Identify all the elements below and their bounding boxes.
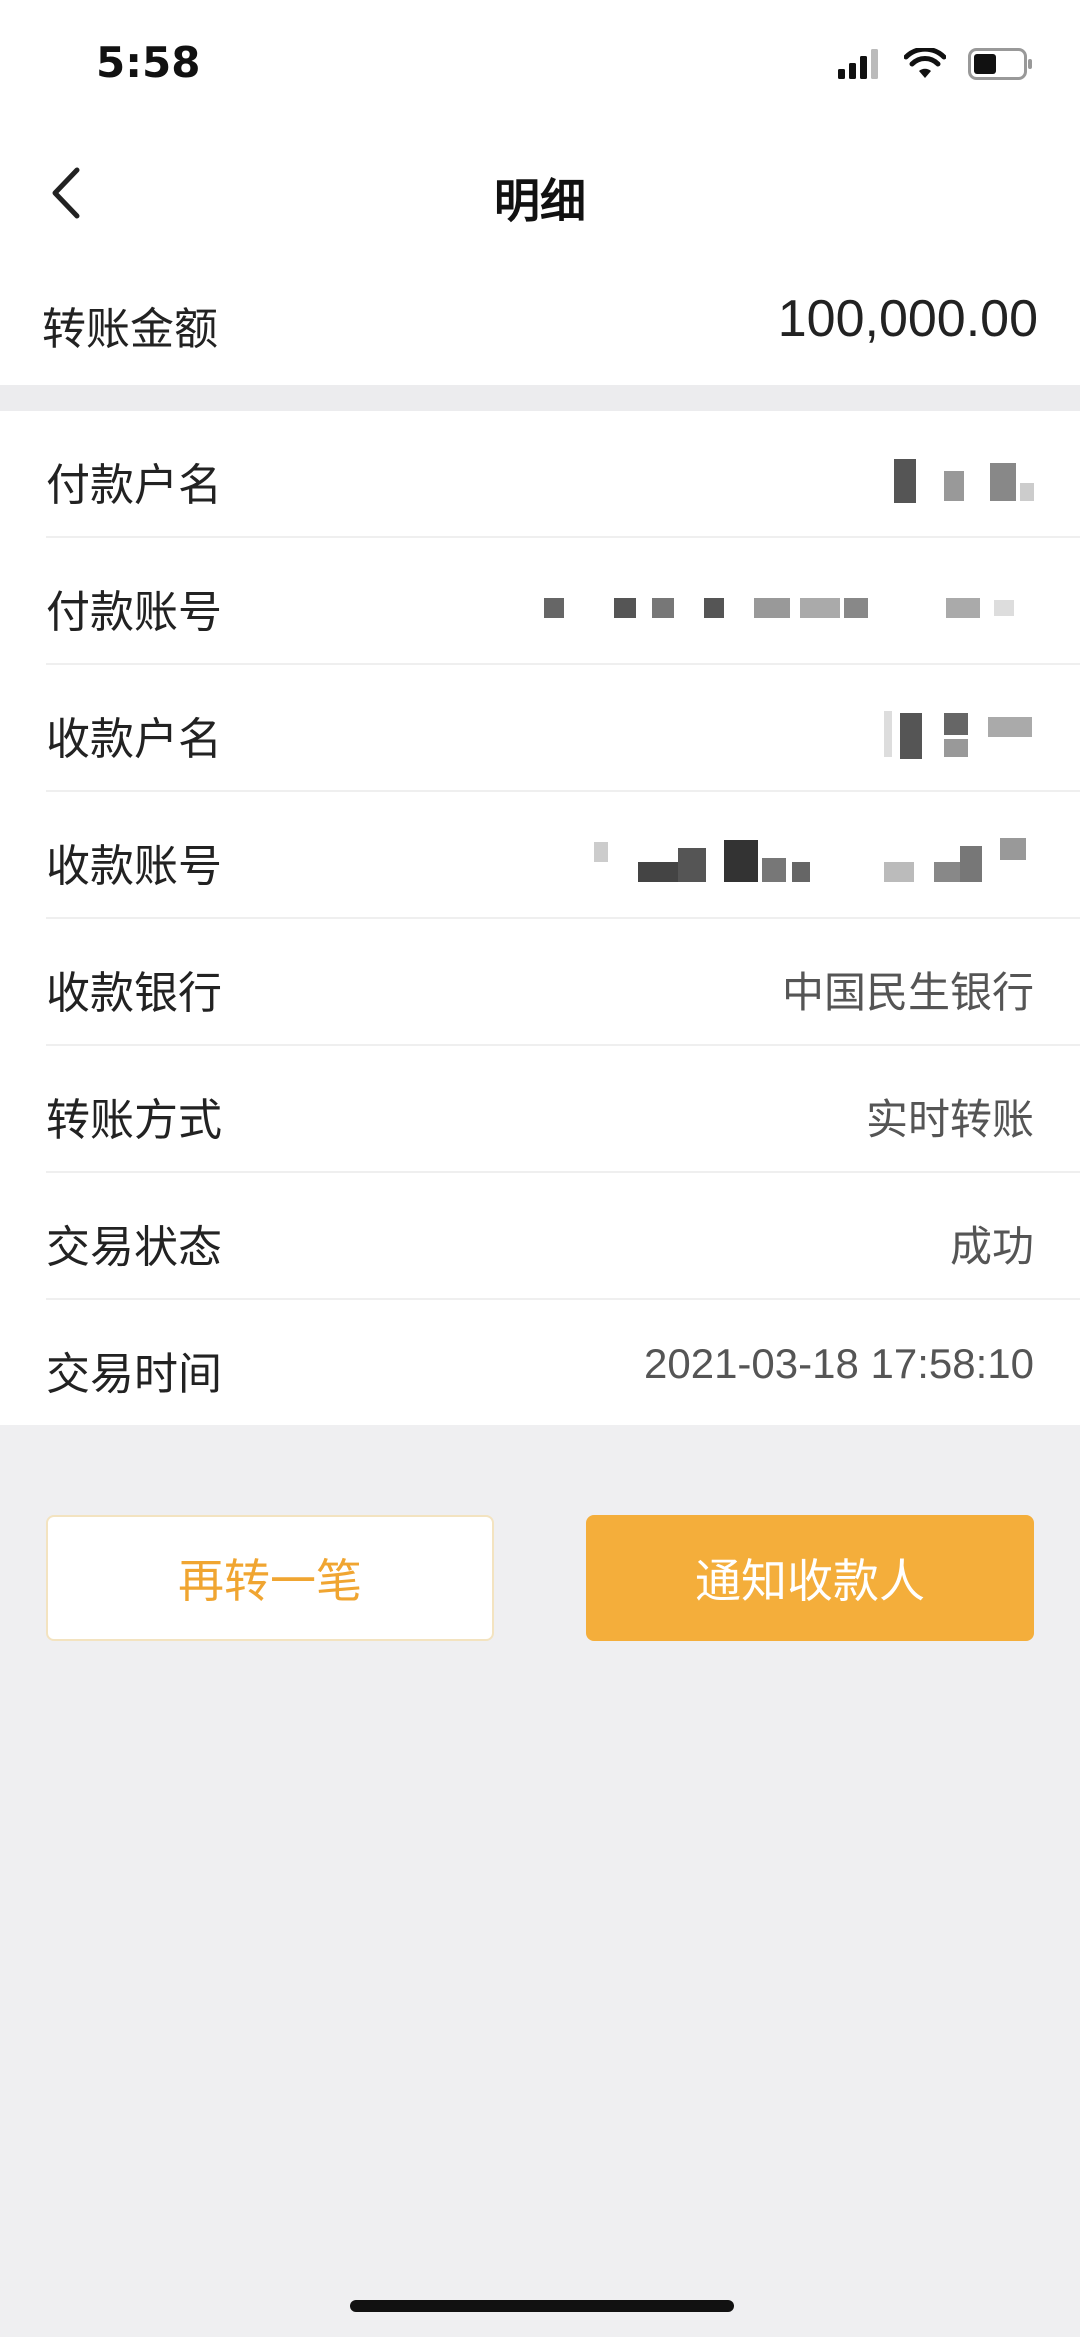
detail-row-payee-bank: 收款银行 中国民生银行: [0, 919, 1080, 1046]
masked-value: [544, 584, 1034, 628]
status-time: 5:58: [96, 38, 201, 87]
wifi-icon: [903, 46, 947, 84]
row-value: 实时转账: [865, 1096, 1034, 1143]
notify-payee-button[interactable]: 通知收款人: [586, 1515, 1034, 1641]
row-value: 成功: [949, 1223, 1034, 1270]
detail-row-payee-account: 收款账号: [0, 792, 1080, 919]
row-label: 收款银行: [46, 968, 222, 1019]
detail-row-transaction-status: 交易状态 成功: [0, 1173, 1080, 1300]
detail-row-transfer-method: 转账方式 实时转账: [0, 1046, 1080, 1173]
row-label: 转账方式: [46, 1095, 222, 1146]
detail-list: 付款户名 付款账号 收款户名 收款账号 收款银行 中国民生银行 转账方式 实时转…: [0, 411, 1080, 1425]
status-icons: [838, 46, 1034, 84]
masked-value: [594, 838, 1034, 882]
detail-row-transaction-time: 交易时间 2021-03-18 17:58:10: [0, 1300, 1080, 1427]
amount-row: 转账金额 100,000.00: [0, 255, 1080, 385]
row-label: 付款账号: [46, 587, 222, 638]
row-value: 中国民生银行: [781, 969, 1034, 1016]
signal-icon: [838, 49, 882, 83]
home-indicator[interactable]: [350, 2300, 734, 2312]
detail-row-payer-name: 付款户名: [0, 411, 1080, 538]
masked-value: [894, 457, 1034, 503]
amount-label: 转账金额: [42, 304, 218, 355]
row-label: 付款户名: [46, 460, 222, 511]
row-value: 2021-03-18 17:58:10: [644, 1340, 1034, 1387]
section-divider: [0, 385, 1080, 411]
masked-value: [884, 711, 1034, 759]
transfer-again-button[interactable]: 再转一笔: [46, 1515, 494, 1641]
row-label: 交易时间: [46, 1349, 222, 1400]
amount-value: 100,000.00: [777, 290, 1038, 348]
status-bar: 5:58: [0, 0, 1080, 135]
battery-icon: [968, 48, 1034, 84]
row-label: 交易状态: [46, 1222, 222, 1273]
row-label: 收款户名: [46, 714, 222, 765]
row-label: 收款账号: [46, 841, 222, 892]
detail-row-payer-account: 付款账号: [0, 538, 1080, 665]
detail-row-payee-name: 收款户名: [0, 665, 1080, 792]
page-title: 明细: [494, 174, 586, 228]
nav-bar: 明细: [0, 135, 1080, 255]
